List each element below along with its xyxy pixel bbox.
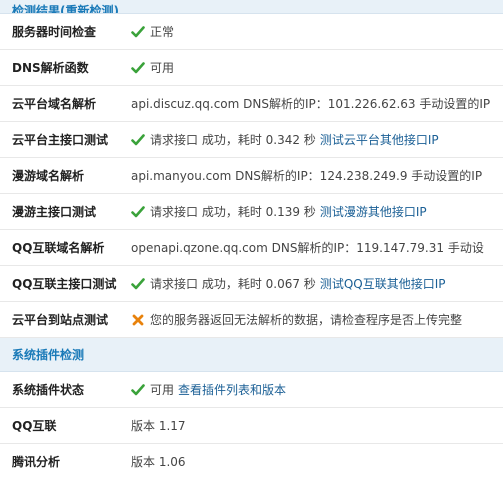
table-row-manyou-api: 漫游主接口测试 请求接口 成功，耗时 0.139 秒 测试漫游其他接口IP: [0, 194, 503, 230]
row-label: QQ互联主接口测试: [12, 277, 117, 291]
cloud-diagnostics-panel: 检测结果(重新检测) 服务器时间检查 正常 DNS解析函数 可用 云平台域名解析…: [0, 0, 503, 478]
table-row-plugin-status: 系统插件状态 可用 查看插件列表和版本: [0, 372, 503, 408]
section-header-plugins: 系统插件检测: [0, 338, 503, 372]
row-label: 漫游域名解析: [12, 169, 85, 183]
table-row-cloud-to-site: 云平台到站点测试 您的服务器返回无法解析的数据，请检查程序是否上传完整: [0, 302, 503, 338]
row-label: 腾讯分析: [12, 455, 61, 469]
section-title-results: 检测结果(重新检测): [12, 4, 119, 14]
row-value: api.discuz.qq.com DNS解析的IP：101.226.62.63…: [131, 95, 503, 112]
row-value: 可用: [131, 59, 503, 76]
test-cloud-other-ip-link[interactable]: 测试云平台其他接口IP: [320, 131, 439, 148]
view-plugin-list-link[interactable]: 查看插件列表和版本: [178, 381, 286, 398]
check-icon: [131, 383, 145, 397]
check-icon: [131, 133, 145, 147]
row-status-text: 正常: [150, 25, 175, 39]
table-row-qq-connect-domain: QQ互联域名解析 openapi.qzone.qq.com DNS解析的IP：1…: [0, 230, 503, 266]
row-value: 正常: [131, 23, 503, 40]
row-status-text: openapi.qzone.qq.com DNS解析的IP：119.147.79…: [131, 241, 484, 255]
check-icon: [131, 25, 145, 39]
row-label: 服务器时间检查: [12, 25, 97, 39]
row-value: 您的服务器返回无法解析的数据，请检查程序是否上传完整: [131, 311, 503, 328]
row-status-text: 版本 1.06: [131, 455, 186, 469]
row-label: QQ互联域名解析: [12, 241, 105, 255]
check-icon: [131, 277, 145, 291]
row-status-text: 可用: [150, 61, 175, 75]
row-value: api.manyou.com DNS解析的IP：124.238.249.9 手动…: [131, 167, 503, 184]
table-row-cloud-api: 云平台主接口测试 请求接口 成功，耗时 0.342 秒 测试云平台其他接口IP: [0, 122, 503, 158]
table-row-qq-connect-api: QQ互联主接口测试 请求接口 成功，耗时 0.067 秒 测试QQ互联其他接口I…: [0, 266, 503, 302]
row-value: openapi.qzone.qq.com DNS解析的IP：119.147.79…: [131, 239, 503, 256]
row-label: 漫游主接口测试: [12, 205, 97, 219]
row-status-text: 版本 1.17: [131, 419, 186, 433]
table-row-manyou-domain: 漫游域名解析 api.manyou.com DNS解析的IP：124.238.2…: [0, 158, 503, 194]
row-value: 请求接口 成功，耗时 0.067 秒 测试QQ互联其他接口IP: [131, 275, 503, 292]
row-value: 版本 1.06: [131, 453, 503, 470]
row-label: QQ互联: [12, 419, 57, 433]
row-status-text: 可用: [150, 383, 175, 397]
row-status-text: api.manyou.com DNS解析的IP：124.238.249.9 手动…: [131, 169, 483, 183]
row-value: 可用 查看插件列表和版本: [131, 381, 503, 398]
row-label: 云平台主接口测试: [12, 133, 109, 147]
table-row-cloud-domain: 云平台域名解析 api.discuz.qq.com DNS解析的IP：101.2…: [0, 86, 503, 122]
test-qq-connect-other-ip-link[interactable]: 测试QQ互联其他接口IP: [320, 275, 446, 292]
table-row-dns-function: DNS解析函数 可用: [0, 50, 503, 86]
row-label: 云平台域名解析: [12, 97, 97, 111]
check-icon: [131, 205, 145, 219]
row-status-text: 请求接口 成功，耗时 0.139 秒: [150, 205, 316, 219]
row-value: 版本 1.17: [131, 417, 503, 434]
row-label: DNS解析函数: [12, 61, 89, 75]
section-title-plugins: 系统插件检测: [12, 348, 85, 362]
row-status-text: 请求接口 成功，耗时 0.067 秒: [150, 277, 316, 291]
test-manyou-other-ip-link[interactable]: 测试漫游其他接口IP: [320, 203, 427, 220]
section-header-results: 检测结果(重新检测): [0, 0, 503, 14]
row-status-text: api.discuz.qq.com DNS解析的IP：101.226.62.63…: [131, 97, 491, 111]
error-icon: [131, 313, 145, 327]
row-status-text: 您的服务器返回无法解析的数据，请检查程序是否上传完整: [150, 313, 463, 327]
row-value: 请求接口 成功，耗时 0.342 秒 测试云平台其他接口IP: [131, 131, 503, 148]
row-label: 云平台到站点测试: [12, 313, 109, 327]
check-icon: [131, 61, 145, 75]
table-row-server-time: 服务器时间检查 正常: [0, 14, 503, 50]
table-row-plugin-tencent-analysis: 腾讯分析 版本 1.06: [0, 444, 503, 478]
row-label: 系统插件状态: [12, 383, 85, 397]
row-status-text: 请求接口 成功，耗时 0.342 秒: [150, 133, 316, 147]
row-value: 请求接口 成功，耗时 0.139 秒 测试漫游其他接口IP: [131, 203, 503, 220]
table-row-plugin-qq-connect: QQ互联 版本 1.17: [0, 408, 503, 444]
